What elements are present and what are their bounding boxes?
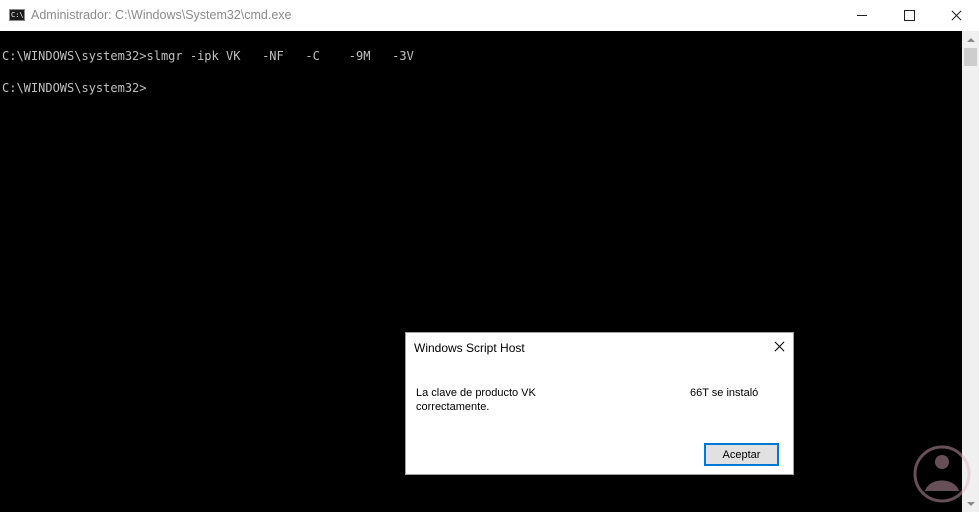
maximize-icon — [904, 10, 915, 21]
scroll-thumb[interactable] — [964, 48, 977, 66]
dialog-title: Windows Script Host — [414, 341, 525, 355]
dialog-message-part2: 66T se instaló — [690, 387, 759, 399]
accept-button[interactable]: Aceptar — [704, 443, 779, 466]
cmd-icon-glyph: C:\ — [11, 11, 24, 19]
cmd-icon[interactable]: C:\ — [9, 9, 25, 21]
dialog-message-line2: correctamente. — [416, 401, 490, 413]
minimize-button[interactable] — [838, 0, 884, 31]
window-title: Administrador: C:\Windows\System32\cmd.e… — [31, 8, 292, 22]
dialog-close-button[interactable] — [768, 337, 790, 357]
console-prompt: C:\WINDOWS\system32> — [2, 81, 147, 95]
vertical-scrollbar[interactable] — [962, 31, 979, 512]
console-line: C:\WINDOWS\system32>slmgr -ipk VK -NF -C… — [2, 49, 414, 63]
script-host-dialog: Windows Script Host La clave de producto… — [405, 332, 794, 475]
dialog-message-part1: La clave de producto VK — [416, 387, 536, 399]
minimize-icon — [857, 15, 867, 16]
close-button[interactable] — [931, 0, 977, 31]
maximize-button[interactable] — [885, 0, 931, 31]
person-logo-icon — [911, 445, 973, 503]
title-bar: C:\ Administrador: C:\Windows\System32\c… — [0, 0, 979, 31]
scroll-up-arrow-icon[interactable] — [962, 31, 979, 48]
